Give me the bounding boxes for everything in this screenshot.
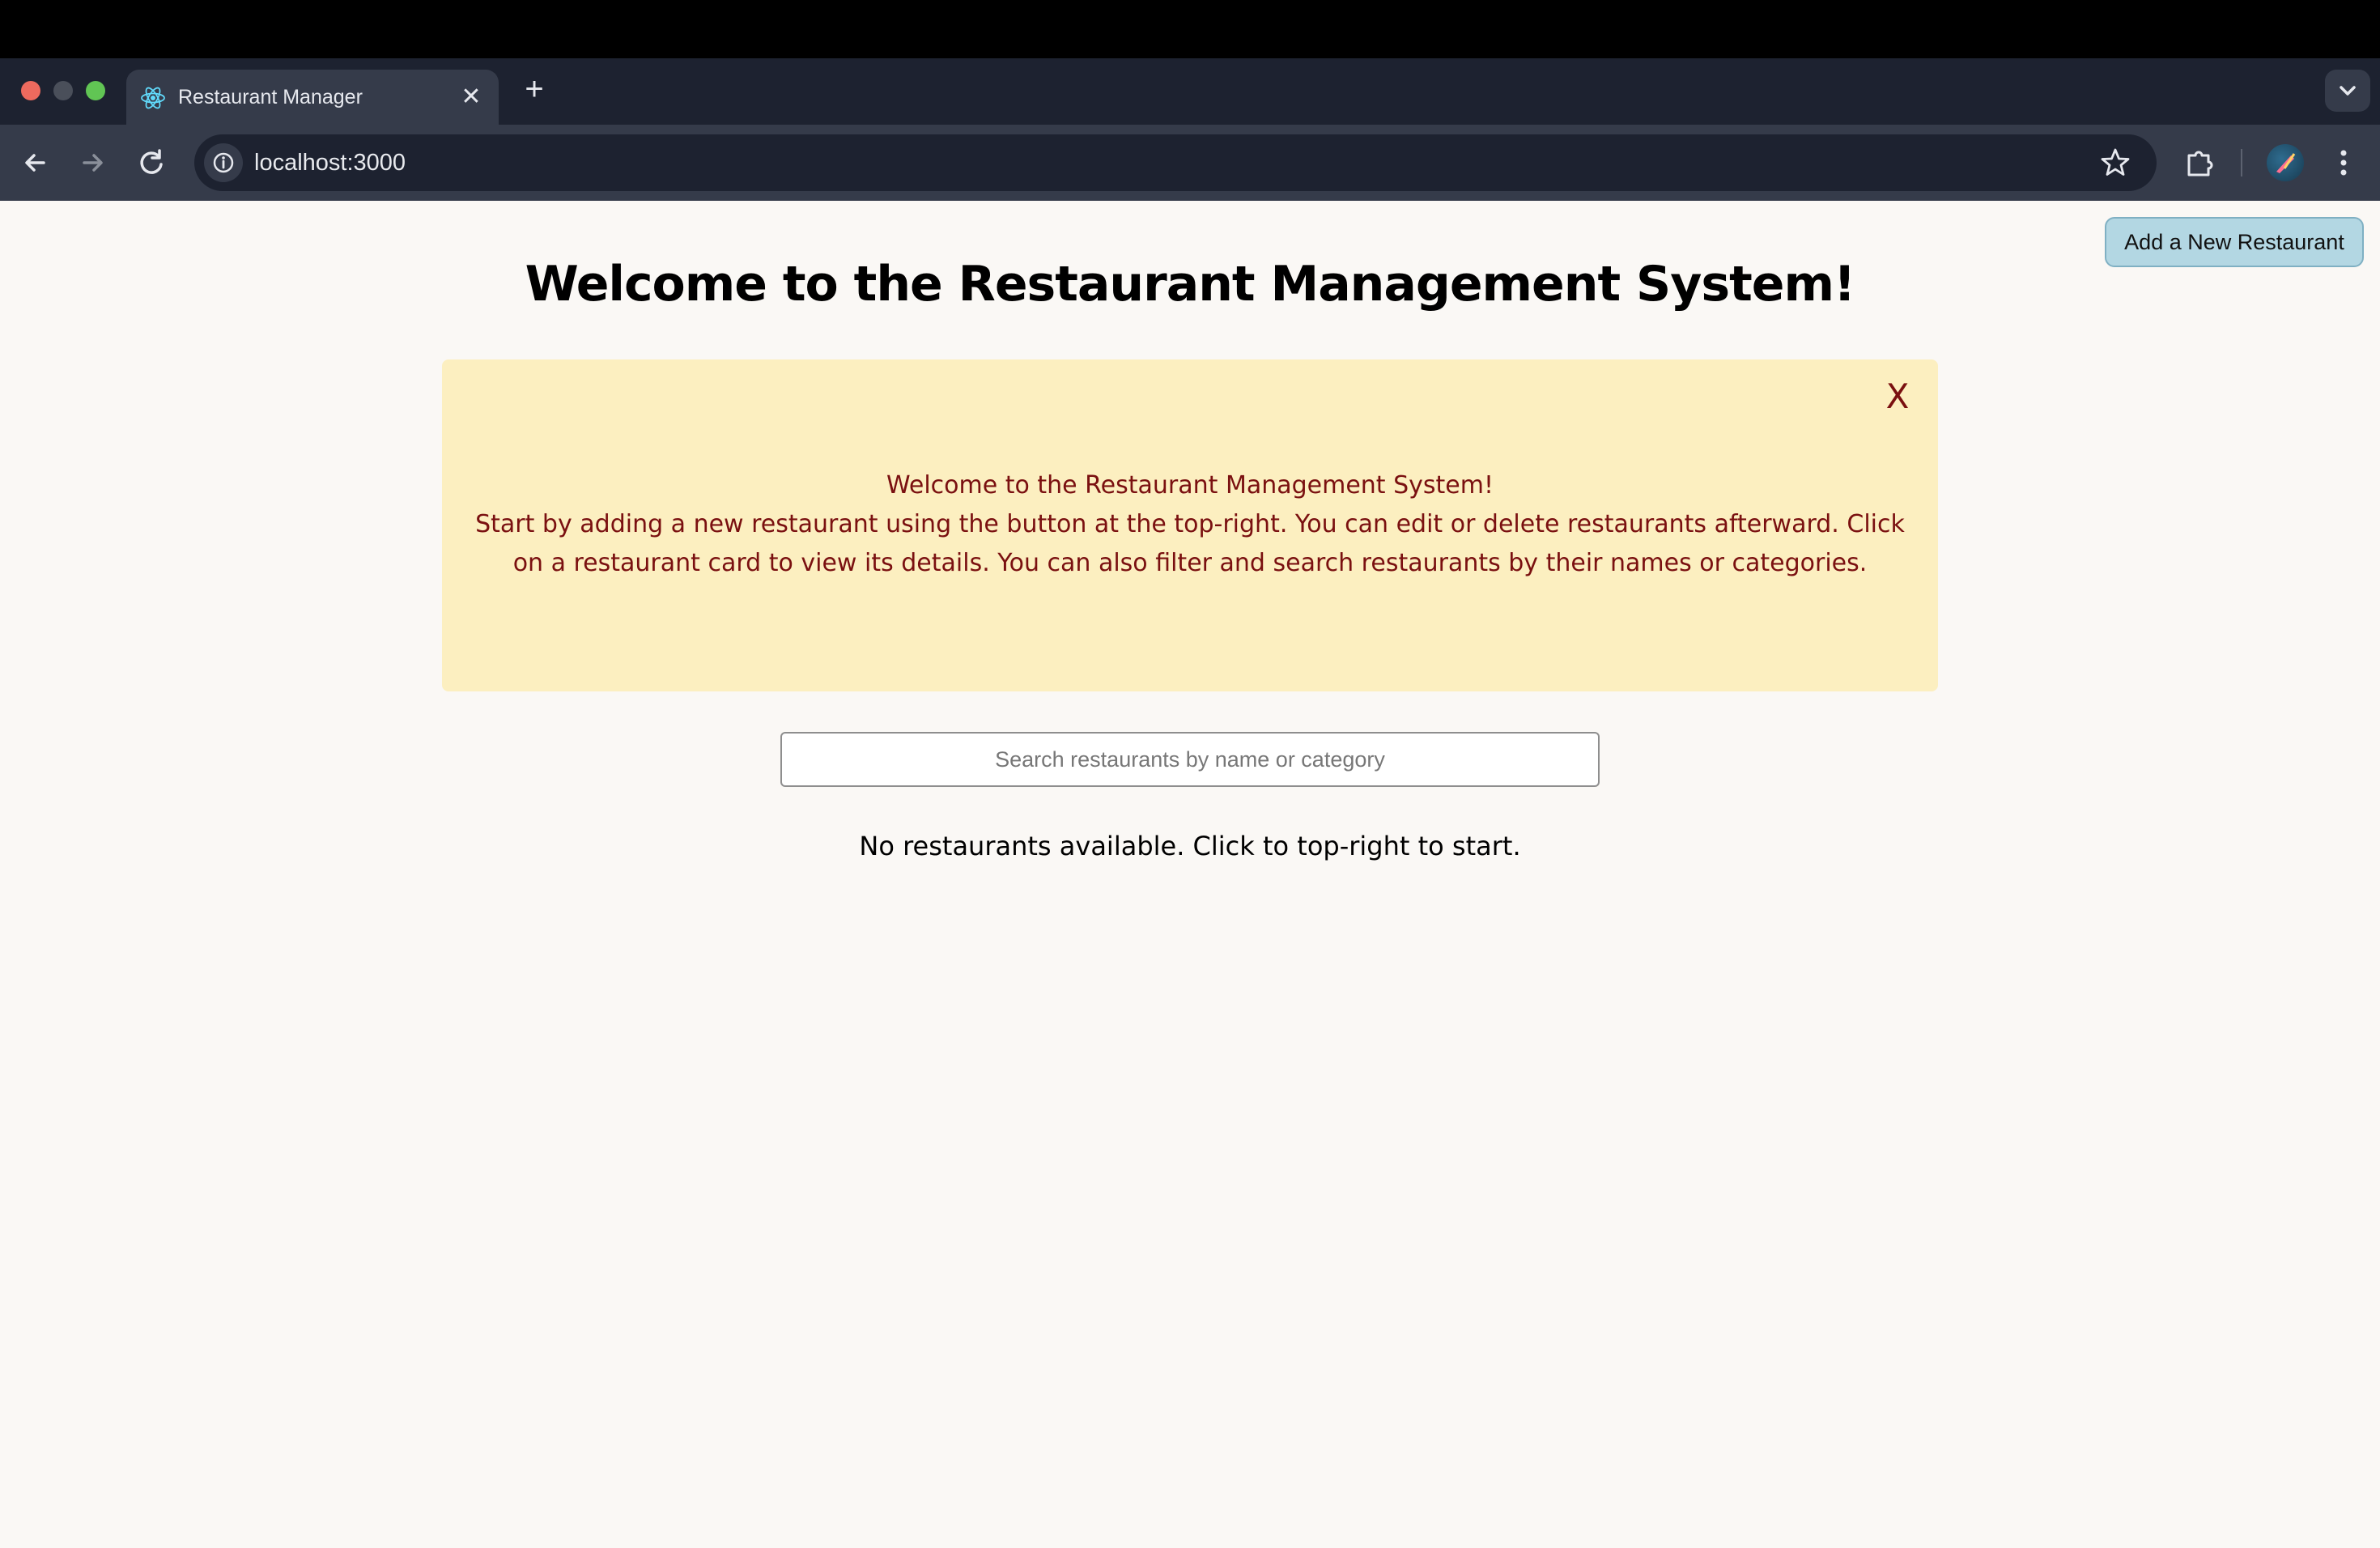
toolbar-separator — [2241, 149, 2242, 176]
star-icon[interactable] — [2098, 146, 2132, 180]
reload-button[interactable] — [133, 144, 170, 181]
puzzle-icon[interactable] — [2179, 142, 2220, 183]
tab-close-icon[interactable]: ✕ — [457, 83, 486, 112]
profile-avatar[interactable] — [2267, 144, 2304, 181]
arrow-right-icon — [74, 154, 112, 185]
react-atom-icon — [139, 84, 167, 112]
page-title: Welcome to the Restaurant Management Sys… — [525, 256, 1856, 313]
banner-instructions: Start by adding a new restaurant using t… — [475, 510, 1905, 577]
kebab-menu-icon[interactable] — [2323, 142, 2364, 183]
banner-close-button[interactable]: X — [1881, 376, 1914, 418]
screen: Restaurant Manager ✕ + localhost:3000 Ad… — [0, 0, 2380, 1548]
arrow-left-icon — [16, 154, 53, 185]
forward-button[interactable] — [74, 144, 112, 181]
chevron-down-icon — [2325, 86, 2370, 115]
window-minimize-button[interactable] — [53, 81, 73, 100]
banner-heading: Welcome to the Restaurant Management Sys… — [886, 471, 1494, 500]
window-close-button[interactable] — [21, 81, 40, 100]
browser-chrome: Restaurant Manager ✕ + localhost:3000 — [0, 58, 2380, 201]
info-icon — [204, 152, 243, 185]
tab-title: Restaurant Manager — [178, 86, 363, 108]
empty-state-message: No restaurants available. Click to top-r… — [859, 831, 1521, 861]
url-text[interactable]: localhost:3000 — [254, 150, 406, 176]
page-content: Add a New Restaurant Welcome to the Rest… — [0, 201, 2380, 1548]
back-button[interactable] — [16, 144, 53, 181]
reload-icon — [133, 149, 170, 185]
menu-bar — [0, 0, 2380, 58]
browser-tab[interactable]: Restaurant Manager ✕ — [126, 70, 499, 125]
welcome-banner: X Welcome to the Restaurant Management S… — [442, 359, 1938, 691]
new-tab-button[interactable]: + — [518, 73, 550, 105]
tab-strip: Restaurant Manager ✕ + — [0, 58, 2380, 125]
browser-toolbar: localhost:3000 — [0, 125, 2380, 201]
address-bar[interactable]: localhost:3000 — [194, 134, 2157, 191]
site-info-button[interactable] — [204, 143, 243, 182]
banner-text: Welcome to the Restaurant Management Sys… — [474, 466, 1906, 583]
tab-list-button[interactable] — [2325, 70, 2370, 112]
search-input[interactable] — [780, 732, 1600, 787]
window-zoom-button[interactable] — [86, 81, 105, 100]
